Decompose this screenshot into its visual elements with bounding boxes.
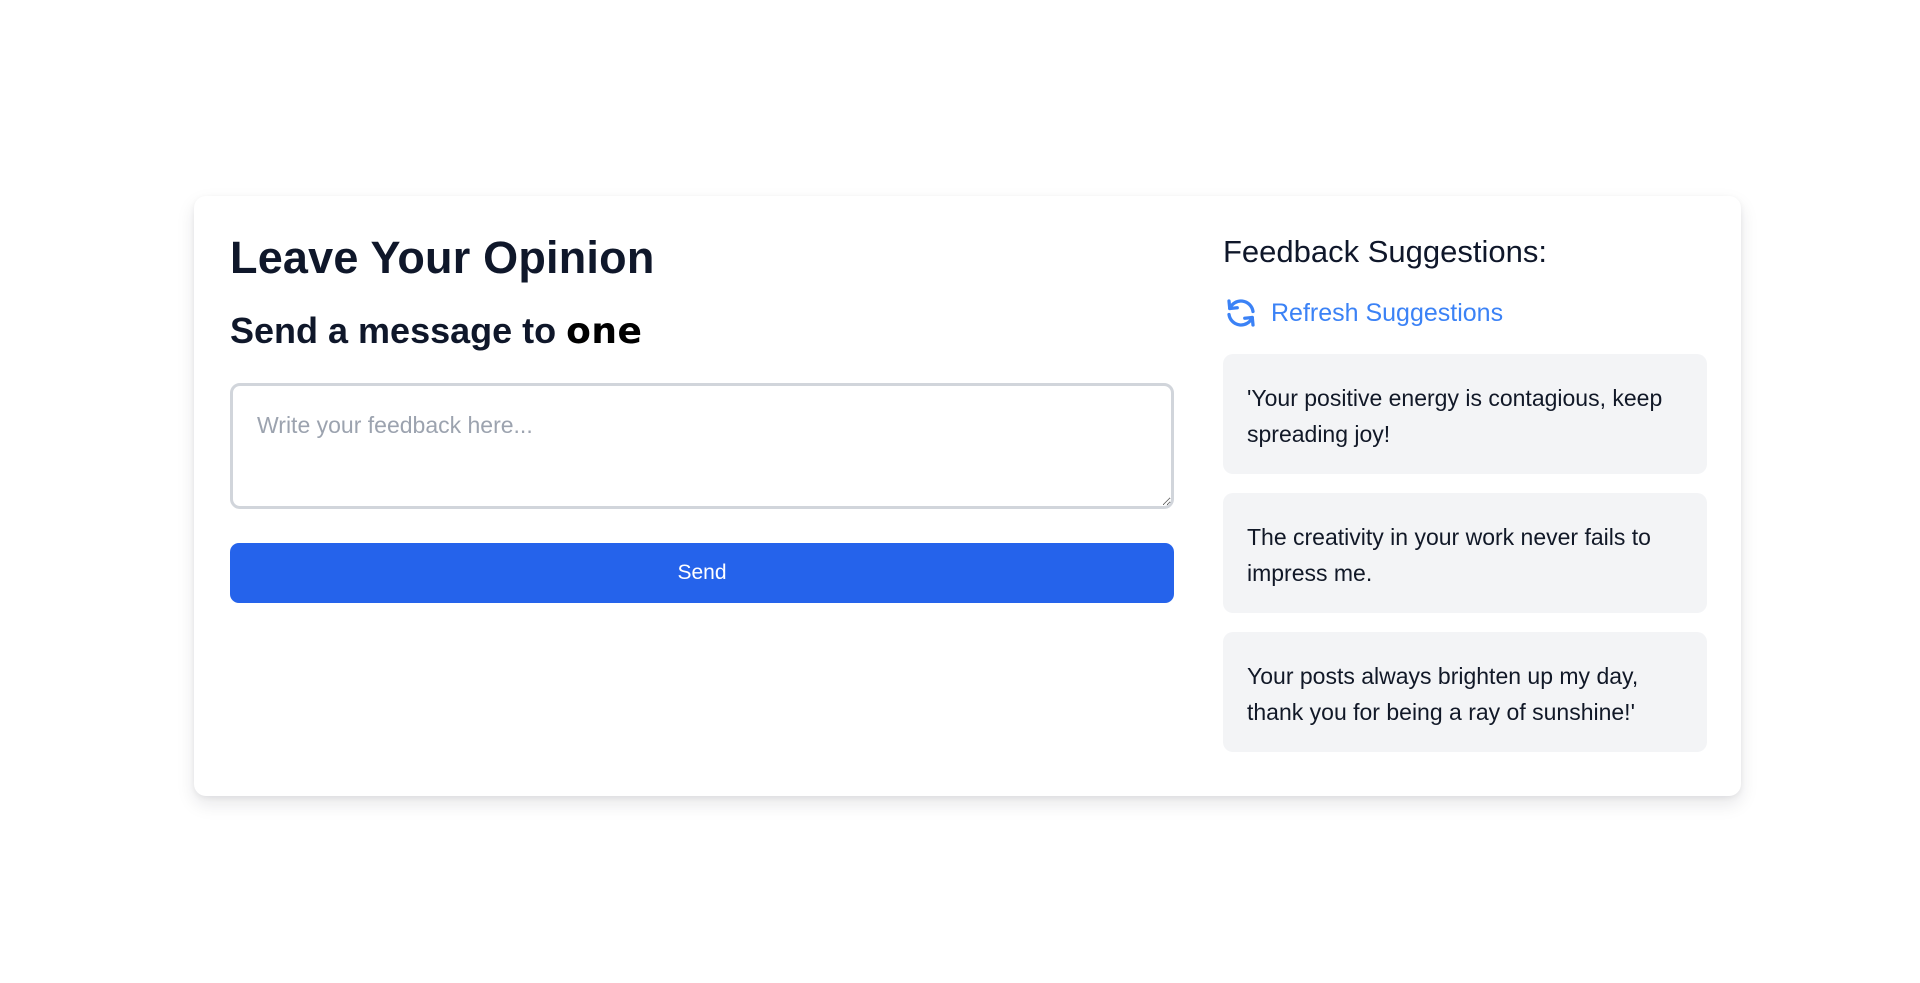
send-button[interactable]: Send (230, 543, 1174, 603)
suggestion-item[interactable]: The creativity in your work never fails … (1223, 493, 1707, 613)
suggestion-item[interactable]: 'Your positive energy is contagious, kee… (1223, 354, 1707, 474)
recipient-heading-prefix: Send a message to (230, 310, 557, 351)
refresh-suggestions-label: Refresh Suggestions (1271, 298, 1504, 327)
recipient-name: one (566, 311, 643, 352)
feedback-card: Leave Your Opinion Send a message to one… (194, 196, 1741, 796)
feedback-form: Leave Your Opinion Send a message to one… (230, 232, 1174, 603)
recipient-heading: Send a message to one (230, 310, 1174, 353)
suggestion-item[interactable]: Your posts always brighten up my day, th… (1223, 632, 1707, 752)
page-title: Leave Your Opinion (230, 232, 655, 283)
suggestions-panel: Feedback Suggestions: Refresh Suggestion… (1223, 232, 1707, 771)
refresh-icon (1223, 295, 1259, 331)
refresh-suggestions-button[interactable]: Refresh Suggestions (1223, 294, 1707, 332)
feedback-textarea[interactable] (230, 383, 1174, 509)
suggestions-title: Feedback Suggestions: (1223, 234, 1547, 269)
suggestions-list: 'Your positive energy is contagious, kee… (1223, 354, 1707, 752)
